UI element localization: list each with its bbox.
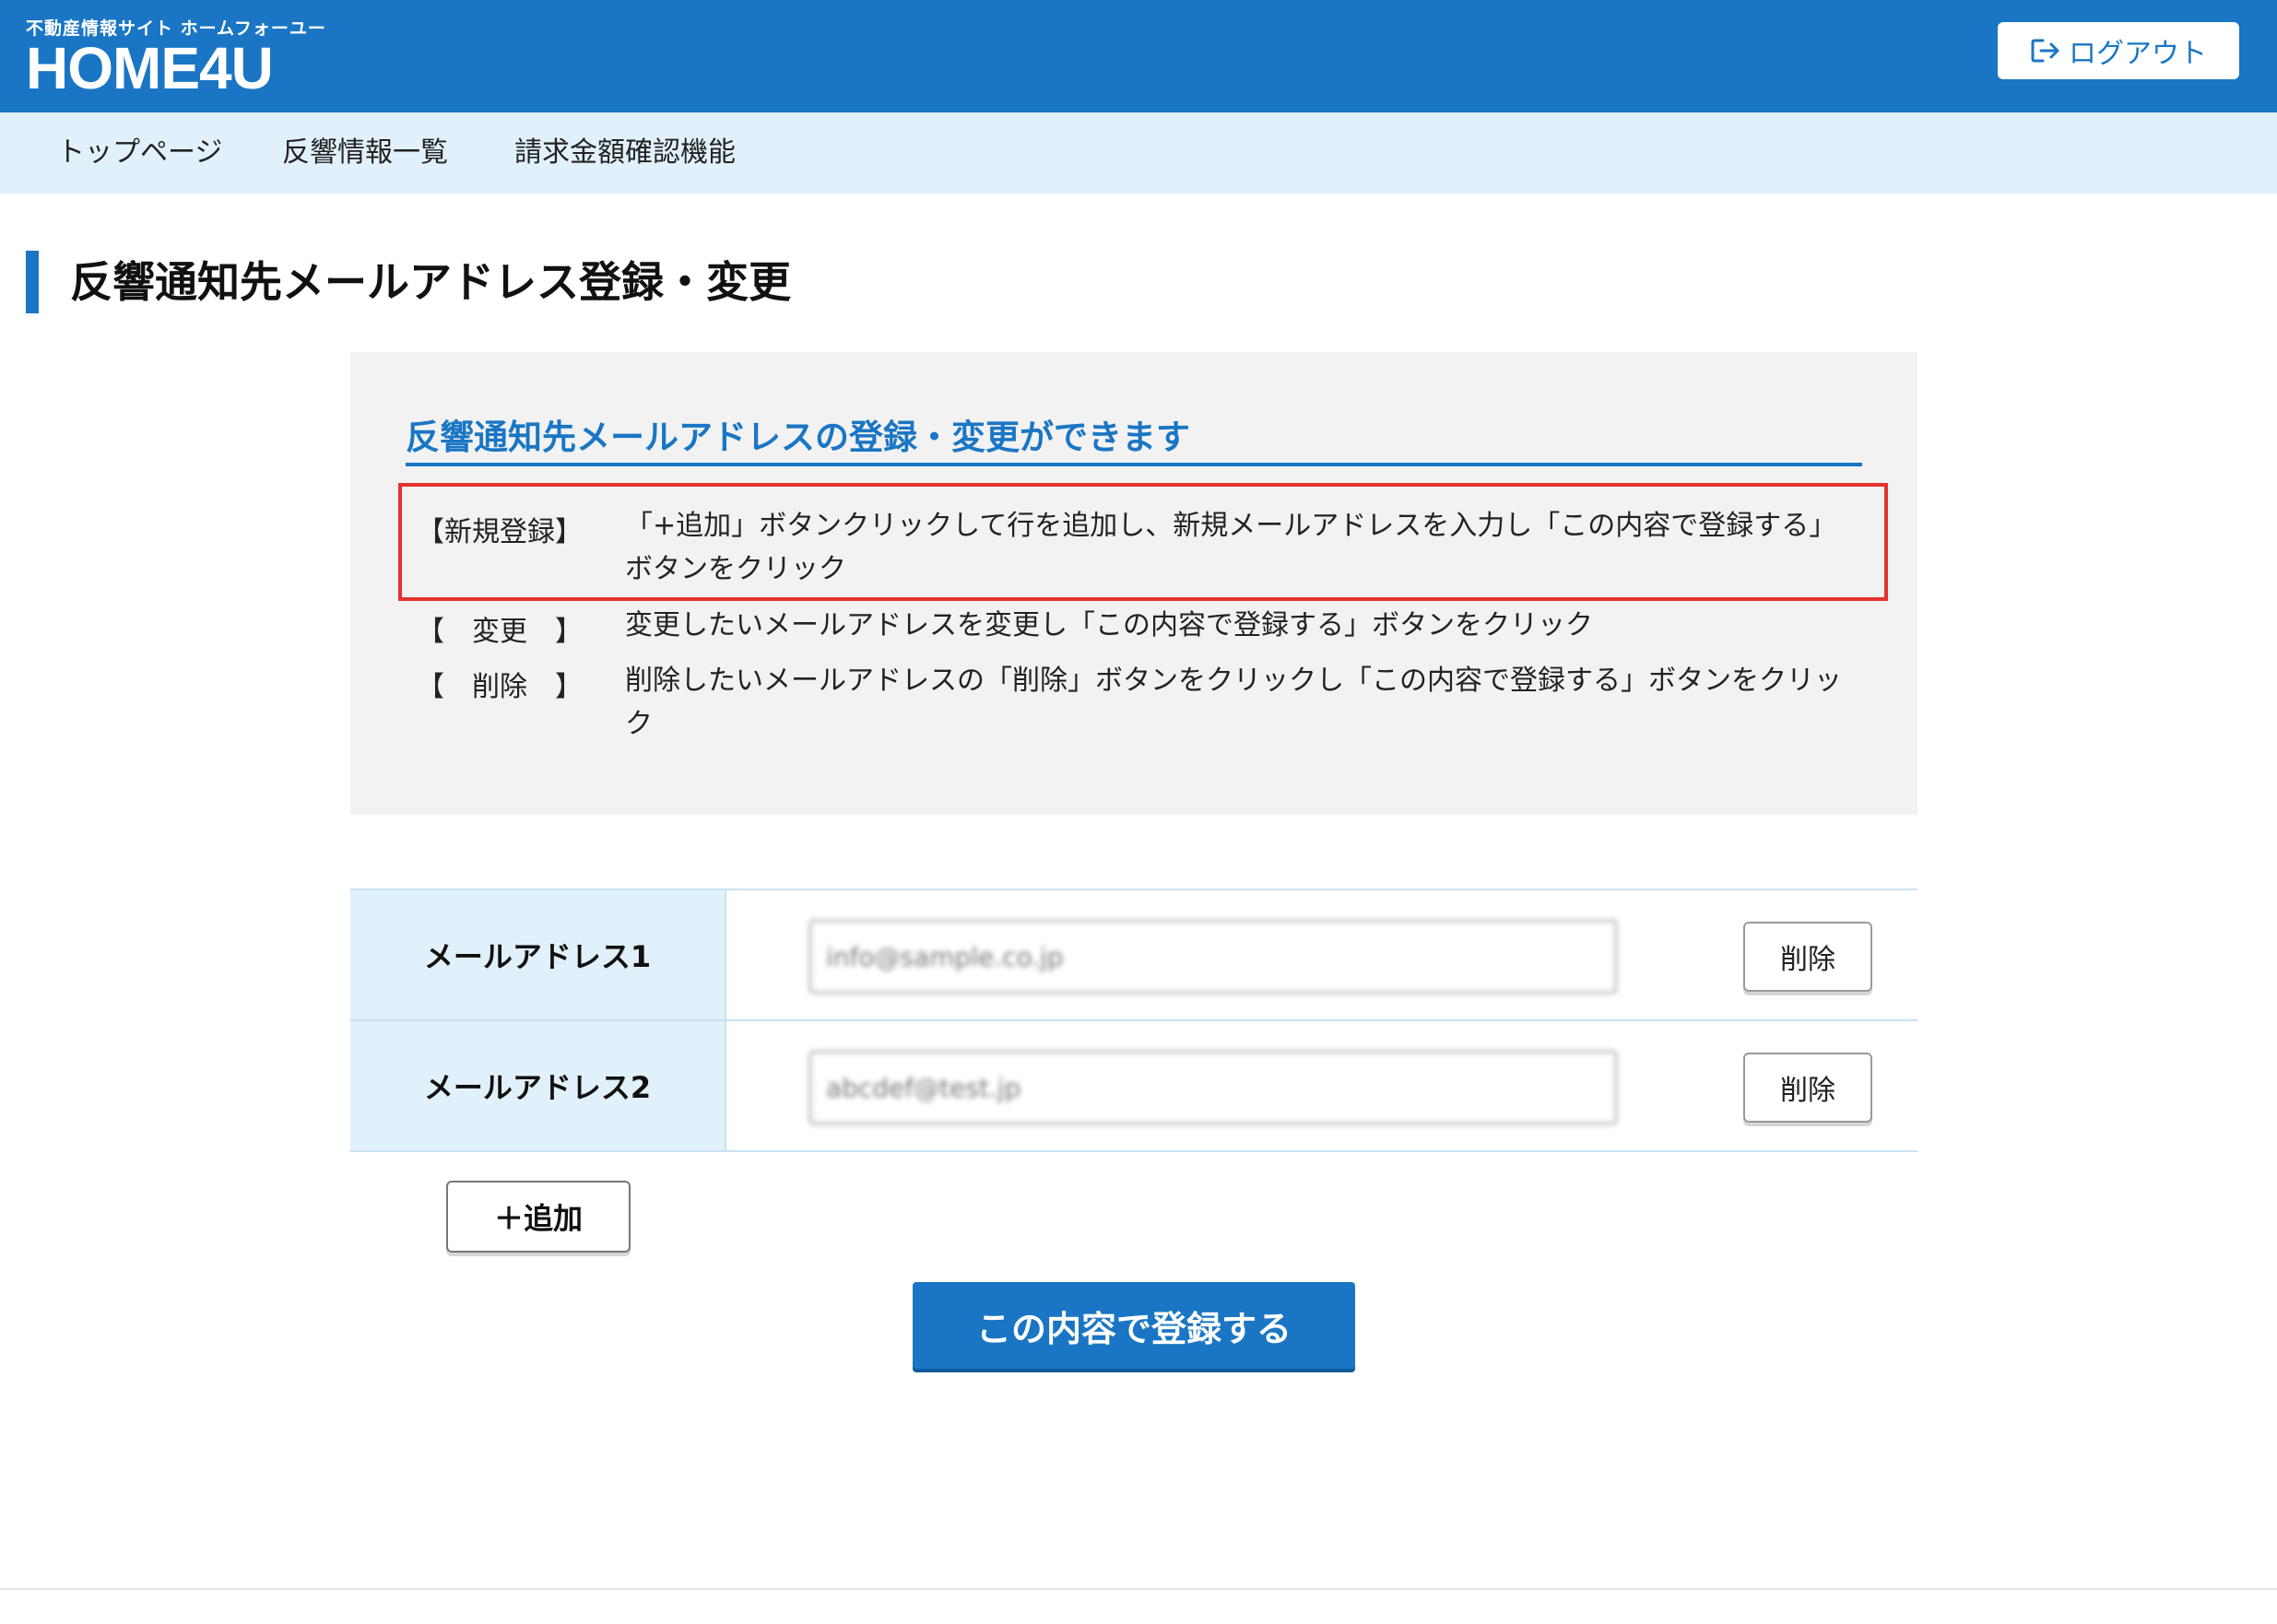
title-accent-bar [26,251,39,313]
add-row-button[interactable]: ＋追加 [446,1181,631,1253]
logout-icon [2031,39,2059,63]
site-logo[interactable]: 不動産情報サイト ホームフォーユー HOME4U [26,15,326,101]
email-label: メールアドレス1 [350,890,726,1019]
info-heading: 反響通知先メールアドレスの登録・変更ができます [406,418,1190,457]
instruction-text-new: 「+追加」ボタンクリックして行を追加し、新規メールアドレスを入力し「この内容で登… [625,510,1837,585]
email-row: メールアドレス1 削除 [350,890,1917,1021]
delete-button-1[interactable]: 削除 [1743,922,1872,992]
instruction-text-delete: 削除したいメールアドレスの「削除」ボタンをクリックし「この内容で登録する」ボタン… [625,665,1842,740]
nav-item-billing[interactable]: 請求金額確認機能 [514,112,736,194]
logo-title: HOME4U [26,35,274,101]
info-panel: 反響通知先メールアドレスの登録・変更ができます 【新規登録】 「+追加」ボタンク… [350,352,1917,815]
main-nav: トップページ 反響情報一覧 請求金額確認機能 [0,112,2277,194]
logout-label: ログアウト [2069,38,2207,70]
instruction-text-change: 変更したいメールアドレスを変更し「この内容で登録する」ボタンをクリック [625,609,1593,641]
email-row: メールアドレス2 削除 [350,1021,1917,1152]
site-header: 不動産情報サイト ホームフォーユー HOME4U ログアウト [0,0,2277,112]
delete-button-2[interactable]: 削除 [1743,1053,1872,1123]
instruction-label-delete: 【 削除 】 [417,671,583,703]
page-title: 反響通知先メールアドレス登録・変更 [70,257,791,307]
instruction-label-change: 【 変更 】 [417,616,583,648]
heading-divider [406,463,1862,466]
logout-button[interactable]: ログアウト [1998,22,2239,79]
email-table: メールアドレス1 削除 メールアドレス2 削除 [350,888,1917,1154]
email-input-2[interactable] [809,1051,1617,1124]
instruction-label-new: 【新規登録】 [417,516,583,548]
nav-item-inquiries[interactable]: 反響情報一覧 [282,112,448,194]
submit-button[interactable]: この内容で登録する [913,1282,1355,1369]
footer-divider [0,1588,2277,1590]
nav-item-top[interactable]: トップページ [57,112,222,194]
email-input-1[interactable] [809,920,1617,994]
email-label: メールアドレス2 [350,1021,726,1150]
